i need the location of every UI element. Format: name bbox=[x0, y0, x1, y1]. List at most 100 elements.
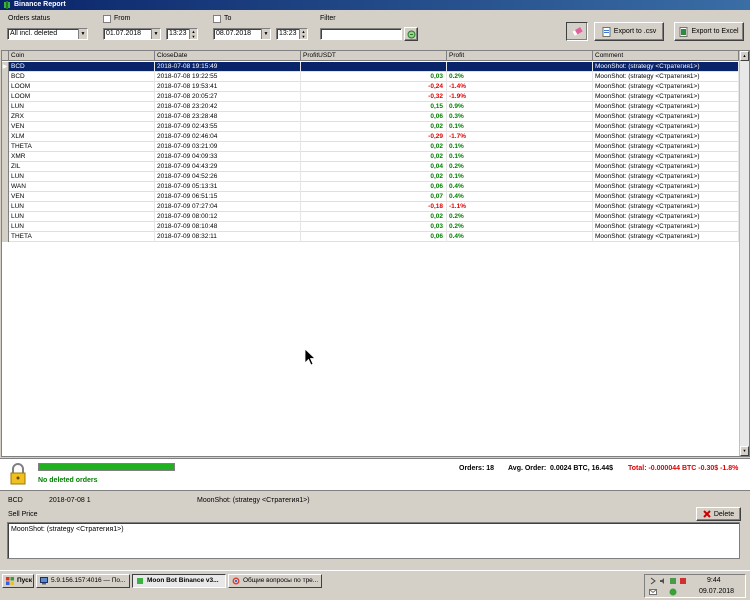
volume-icon[interactable] bbox=[659, 577, 667, 585]
refresh-icon bbox=[407, 30, 415, 38]
taskbar-item-rdp[interactable]: 5.9.156.157:4016 — По... bbox=[36, 574, 130, 588]
export-csv-button[interactable]: Export to .csv bbox=[594, 22, 664, 41]
row-indicator[interactable] bbox=[2, 142, 9, 152]
row-indicator[interactable] bbox=[2, 202, 9, 212]
table-row[interactable]: LUN 2018-07-09 08:00:12 0,02 0.2% MoonShot: … bbox=[2, 212, 739, 222]
spin-arrows-icon[interactable]: ▲ ▼ bbox=[189, 29, 197, 39]
grid-vertical-scrollbar[interactable]: ▲ ▼ bbox=[739, 51, 749, 456]
row-indicator[interactable] bbox=[2, 222, 9, 232]
cell-coin: BCD bbox=[9, 62, 155, 72]
cell-profit: -1.4% bbox=[447, 82, 593, 92]
chrome-icon bbox=[232, 577, 240, 585]
table-row[interactable]: ZRX 2018-07-08 23:28:48 0,06 0.3% MoonShot: … bbox=[2, 112, 739, 122]
scroll-down-icon[interactable]: ▼ bbox=[740, 446, 749, 456]
cell-closedate: 2018-07-09 07:27:04 bbox=[155, 202, 301, 212]
table-row[interactable]: LOOM 2018-07-08 20:05:27 -0,32 -1.9% MoonSho… bbox=[2, 92, 739, 102]
row-indicator[interactable] bbox=[2, 162, 9, 172]
cell-profitusdt: 0,15 bbox=[301, 102, 447, 112]
cell-profit: 0.9% bbox=[447, 102, 593, 112]
table-row[interactable]: XMR 2018-07-09 04:09:33 0,02 0.1% MoonShot: … bbox=[2, 152, 739, 162]
chevron-down-icon[interactable]: ▼ bbox=[151, 29, 160, 39]
column-header-profit[interactable]: Profit bbox=[447, 51, 593, 61]
summary-bar: No deleted orders Orders: 18 Avg. Order:… bbox=[0, 458, 750, 490]
row-indicator[interactable] bbox=[2, 112, 9, 122]
cell-profit: 0.4% bbox=[447, 192, 593, 202]
cell-comment: MoonShot: (strategy <Стратегия1>) bbox=[593, 232, 739, 242]
table-row[interactable]: WAN 2018-07-09 05:13:31 0,06 0.4% MoonShot: … bbox=[2, 182, 739, 192]
table-row[interactable]: VEN 2018-07-09 02:43:55 0,02 0.1% MoonShot: … bbox=[2, 122, 739, 132]
table-row[interactable]: ZIL 2018-07-09 04:43:29 0,04 0.2% MoonShot: … bbox=[2, 162, 739, 172]
cell-comment: MoonShot: (strategy <Стратегия1>) bbox=[593, 92, 739, 102]
cell-profit: -1.9% bbox=[447, 92, 593, 102]
cell-coin: WAN bbox=[9, 182, 155, 192]
table-row[interactable]: LOOM 2018-07-08 19:53:41 -0,24 -1.4% MoonSho… bbox=[2, 82, 739, 92]
to-time-stepper[interactable]: 13:23 ▲ ▼ bbox=[276, 28, 308, 40]
deleted-status-text: No deleted orders bbox=[38, 477, 98, 484]
taskbar-item-moonbot[interactable]: Moon Bot Binance v3... bbox=[132, 574, 226, 588]
network-icon[interactable] bbox=[669, 577, 677, 585]
to-checkbox[interactable] bbox=[213, 15, 221, 23]
csv-file-icon bbox=[602, 26, 611, 37]
chevron-down-icon[interactable]: ▼ bbox=[261, 29, 270, 39]
row-indicator[interactable] bbox=[2, 232, 9, 242]
table-row[interactable]: LUN 2018-07-08 23:20:42 0,15 0.9% MoonShot: … bbox=[2, 102, 739, 112]
table-row[interactable]: BCD 2018-07-08 19:22:55 0,03 0.2% MoonShot: … bbox=[2, 72, 739, 82]
delete-button[interactable]: Delete bbox=[696, 507, 741, 521]
spin-arrows-icon[interactable]: ▲ ▼ bbox=[299, 29, 307, 39]
from-date-picker[interactable]: 01.07.2018 ▼ bbox=[103, 28, 161, 40]
column-header-comment[interactable]: Comment bbox=[593, 51, 739, 61]
row-indicator[interactable] bbox=[2, 132, 9, 142]
from-time-stepper[interactable]: 13:23 ▲ ▼ bbox=[166, 28, 198, 40]
row-indicator[interactable] bbox=[2, 122, 9, 132]
scroll-up-icon[interactable]: ▲ bbox=[740, 51, 749, 61]
row-indicator[interactable] bbox=[2, 152, 9, 162]
cell-comment: MoonShot: (strategy <Стратегия1>) bbox=[593, 142, 739, 152]
export-csv-label: Export to .csv bbox=[613, 28, 657, 35]
row-indicator[interactable] bbox=[2, 172, 9, 182]
table-row[interactable]: LUN 2018-07-09 07:27:04 -0,18 -1.1% MoonShot… bbox=[2, 202, 739, 212]
taskbar-item-browser[interactable]: Общие вопросы по тре... bbox=[228, 574, 322, 588]
utorrent-icon[interactable] bbox=[669, 588, 677, 596]
export-excel-button[interactable]: Export to Excel bbox=[674, 22, 744, 41]
column-header-profitusdt[interactable]: ProfitUSDT bbox=[301, 51, 447, 61]
mail-icon[interactable] bbox=[649, 588, 657, 596]
cell-coin: LUN bbox=[9, 102, 155, 112]
cell-closedate: 2018-07-09 03:21:09 bbox=[155, 142, 301, 152]
table-row[interactable]: VEN 2018-07-09 06:51:15 0,07 0.4% MoonShot: … bbox=[2, 192, 739, 202]
detail-comment: MoonShot: (strategy <Стратегия1>) bbox=[197, 497, 310, 504]
table-row[interactable]: THETA 2018-07-09 03:21:09 0,02 0.1% MoonShot… bbox=[2, 142, 739, 152]
cell-profitusdt: -0,32 bbox=[301, 92, 447, 102]
orders-status-select[interactable]: All incl. deleted ▼ bbox=[7, 28, 88, 40]
chevron-down-icon[interactable]: ▼ bbox=[78, 29, 87, 39]
row-indicator[interactable] bbox=[2, 212, 9, 222]
row-pointer-icon[interactable]: ▶ bbox=[2, 62, 9, 72]
row-indicator[interactable] bbox=[2, 182, 9, 192]
apply-filter-button[interactable] bbox=[404, 27, 418, 41]
start-button[interactable]: Пуск bbox=[2, 574, 34, 588]
orders-grid[interactable]: Coin CloseDate ProfitUSDT Profit Comment… bbox=[1, 50, 750, 457]
table-row[interactable]: ▶ BCD 2018-07-08 19:15:49 0,11 0.7% MoonShot:… bbox=[2, 62, 739, 72]
cell-closedate: 2018-07-08 20:05:27 bbox=[155, 92, 301, 102]
column-header-coin[interactable]: Coin bbox=[9, 51, 155, 61]
row-indicator[interactable] bbox=[2, 102, 9, 112]
security-icon[interactable] bbox=[679, 577, 687, 585]
table-row[interactable]: XLM 2018-07-09 02:46:04 -0,29 -1.7% MoonShot… bbox=[2, 132, 739, 142]
cell-profit: 0.2% bbox=[447, 222, 593, 232]
row-indicator[interactable] bbox=[2, 92, 9, 102]
cell-closedate: 2018-07-08 23:28:48 bbox=[155, 112, 301, 122]
table-row[interactable]: LUN 2018-07-09 04:52:26 0,02 0.1% MoonShot: … bbox=[2, 172, 739, 182]
eraser-button[interactable] bbox=[566, 22, 588, 41]
from-checkbox[interactable] bbox=[103, 15, 111, 23]
to-date-picker[interactable]: 08.07.2018 ▼ bbox=[213, 28, 271, 40]
table-row[interactable]: THETA 2018-07-09 08:32:11 0,06 0.4% MoonShot… bbox=[2, 232, 739, 242]
cell-profit: 0.2% bbox=[447, 212, 593, 222]
row-indicator[interactable] bbox=[2, 82, 9, 92]
filter-input[interactable] bbox=[320, 28, 402, 40]
column-header-closedate[interactable]: CloseDate bbox=[155, 51, 301, 61]
table-row[interactable]: LUN 2018-07-09 08:10:48 0,03 0.2% MoonShot: … bbox=[2, 222, 739, 232]
row-indicator[interactable] bbox=[2, 192, 9, 202]
window-titlebar[interactable]: Binance Report bbox=[0, 0, 750, 10]
comment-memo[interactable]: MoonShot: (strategy <Стратегия1>) bbox=[7, 522, 740, 559]
arrow-tray-icon[interactable] bbox=[649, 577, 657, 585]
row-indicator[interactable] bbox=[2, 72, 9, 82]
